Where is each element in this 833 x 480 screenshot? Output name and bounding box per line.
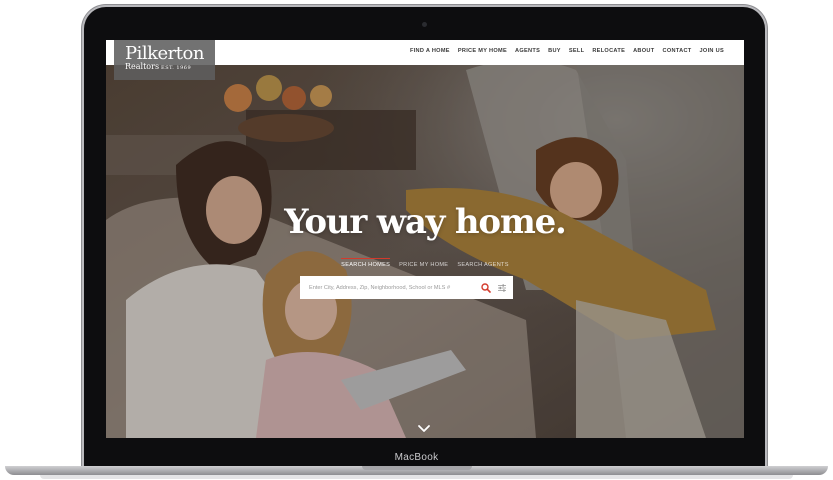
tab-search-homes[interactable]: SEARCH HOMES <box>341 257 391 272</box>
tab-search-agents[interactable]: SEARCH AGENTS <box>457 262 508 271</box>
device-brand-label: MacBook <box>394 452 439 463</box>
main-nav: FIND A HOME PRICE MY HOME AGENTS BUY SEL… <box>410 48 724 54</box>
search-bar <box>300 276 513 299</box>
nav-contact[interactable]: CONTACT <box>662 48 691 54</box>
logo-name: Pilkerton <box>125 43 204 64</box>
nav-price-my-home[interactable]: PRICE MY HOME <box>458 48 507 54</box>
nav-buy[interactable]: BUY <box>548 48 561 54</box>
search-icon[interactable] <box>481 282 491 293</box>
tab-price-my-home[interactable]: PRICE MY HOME <box>399 262 448 271</box>
hero-title: Your way home. <box>284 202 567 242</box>
logo-est: EST. 1969 <box>161 65 192 71</box>
nav-agents[interactable]: AGENTS <box>515 48 540 54</box>
search-tabs: SEARCH HOMES PRICE MY HOME SEARCH AGENTS <box>106 257 744 271</box>
search-input[interactable] <box>309 284 481 291</box>
nav-join-us[interactable]: JOIN US <box>700 48 724 54</box>
browser-screen: Pilkerton Realtors EST. 1969 FIND A HOME … <box>106 40 744 438</box>
nav-find-a-home[interactable]: FIND A HOME <box>410 48 450 54</box>
site-header: Pilkerton Realtors EST. 1969 FIND A HOME … <box>106 40 744 80</box>
nav-about[interactable]: ABOUT <box>633 48 654 54</box>
chevron-down-icon[interactable] <box>417 424 431 433</box>
site-logo[interactable]: Pilkerton Realtors EST. 1969 <box>114 40 215 80</box>
sliders-icon[interactable] <box>497 283 507 293</box>
logo-subtitle-text: Realtors <box>125 62 160 71</box>
camera-icon <box>422 22 427 27</box>
laptop-shadow <box>40 475 793 479</box>
nav-relocate[interactable]: RELOCATE <box>592 48 625 54</box>
nav-sell[interactable]: SELL <box>569 48 585 54</box>
laptop-notch <box>362 466 472 470</box>
